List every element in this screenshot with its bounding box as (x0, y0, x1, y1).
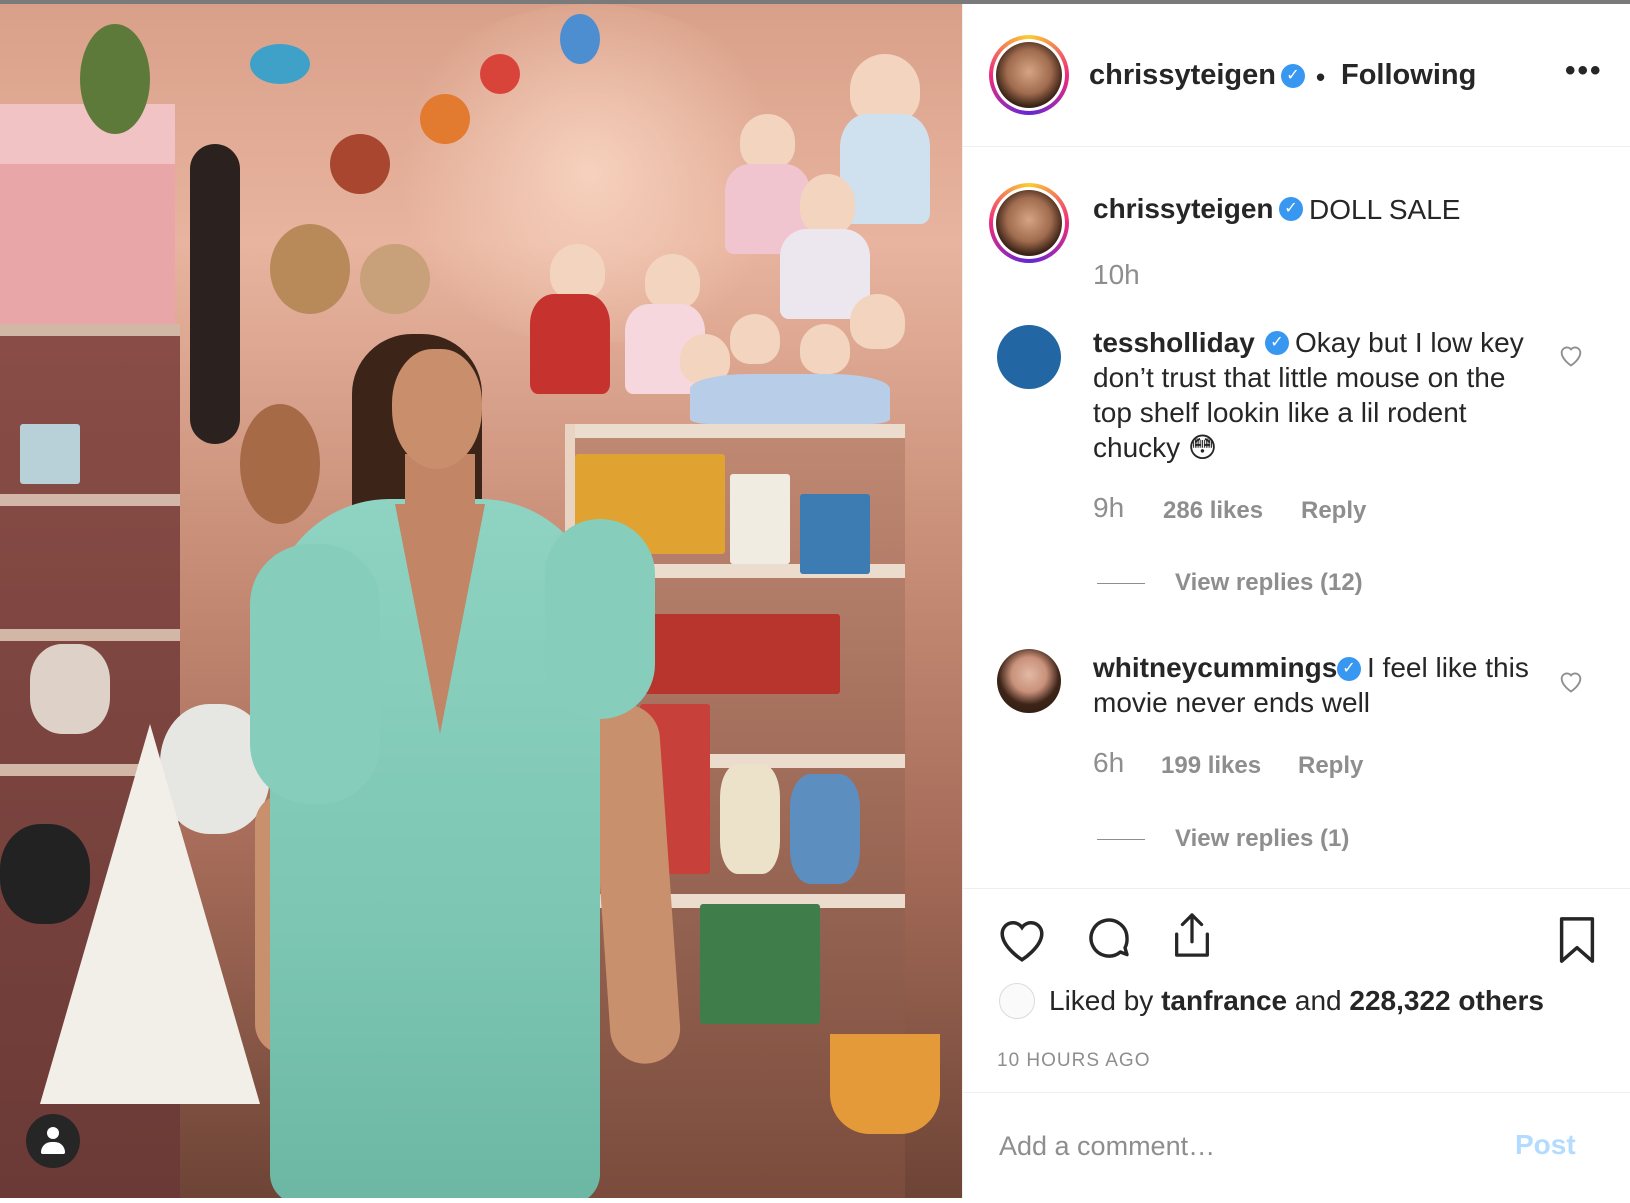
bookmark-icon[interactable] (1557, 915, 1597, 965)
separator-dot: • (1316, 62, 1326, 92)
view-replies-line (1097, 839, 1145, 840)
comment-likes[interactable]: 199 likes (1161, 752, 1261, 780)
liker-username[interactable]: tanfrance (1161, 985, 1287, 1016)
verified-badge-icon: ✓ (1279, 197, 1303, 221)
toy-sailboat (40, 724, 260, 1104)
verified-badge-icon: ✓ (1337, 657, 1361, 681)
author-username[interactable]: chrissyteigen (1089, 59, 1276, 92)
comment-author[interactable]: tessholliday (1093, 327, 1255, 359)
comment-time[interactable]: 9h (1093, 492, 1124, 524)
user-tag-icon[interactable] (26, 1114, 80, 1168)
person-face (392, 349, 482, 469)
post-comment-button[interactable]: Post (1515, 1129, 1576, 1161)
liker-avatar[interactable] (999, 983, 1035, 1019)
caption-time[interactable]: 10h (1093, 259, 1140, 291)
add-comment-bar: Post (963, 1092, 1630, 1203)
comments-list[interactable]: chrissyteigen ✓ DOLL SALE 10h tesshollid… (963, 147, 1630, 887)
comment-likes[interactable]: 286 likes (1163, 497, 1263, 525)
likes-summary[interactable]: Liked by tanfrance and 228,322 others (1049, 985, 1544, 1017)
view-replies-line (1097, 583, 1145, 584)
verified-badge-icon: ✓ (1265, 331, 1289, 355)
comment-text-line: chucky 😳 (1093, 432, 1218, 463)
comment-text: I feel like this (1367, 652, 1529, 683)
post-timestamp[interactable]: 10 HOURS AGO (997, 1050, 1151, 1072)
comment-time[interactable]: 6h (1093, 747, 1124, 779)
commenter-avatar[interactable] (997, 325, 1061, 389)
comment-text: Okay but I low key (1295, 327, 1524, 358)
reply-button[interactable]: Reply (1301, 497, 1366, 525)
caption-author-avatar[interactable] (989, 183, 1069, 263)
post-photo[interactable] (0, 4, 962, 1198)
verified-badge-icon: ✓ (1281, 64, 1305, 88)
comment-input[interactable] (997, 1123, 1481, 1169)
comment-text-line: don’t trust that little mouse on the (1093, 362, 1506, 393)
dollhouse (0, 104, 175, 324)
speech-bubble-icon[interactable] (1085, 915, 1133, 963)
view-replies-button[interactable]: View replies (1) (1175, 825, 1349, 853)
post-header: chrissyteigen ✓ • Following ••• (963, 4, 1630, 147)
following-button[interactable]: Following (1341, 59, 1476, 92)
commenter-avatar[interactable] (997, 649, 1061, 713)
comment-text-line: top shelf lookin like a lil rodent (1093, 397, 1467, 428)
heart-icon[interactable] (997, 917, 1047, 963)
more-options-icon[interactable]: ••• (1565, 54, 1603, 88)
share-icon[interactable] (1169, 911, 1215, 961)
likes-others-link[interactable]: 228,322 others (1349, 985, 1544, 1016)
post-side-panel: chrissyteigen ✓ • Following ••• chrissyt… (962, 4, 1630, 1198)
comment-like-heart-icon[interactable] (1557, 667, 1585, 695)
view-replies-button[interactable]: View replies (12) (1175, 569, 1363, 597)
caption-text: DOLL SALE (1309, 194, 1461, 225)
comment-text-line: movie never ends well (1093, 687, 1371, 718)
comment-like-heart-icon[interactable] (1557, 341, 1585, 369)
comment-author[interactable]: whitneycummings (1093, 652, 1337, 684)
caption-author[interactable]: chrissyteigen (1093, 193, 1274, 225)
author-avatar[interactable] (989, 35, 1069, 115)
reply-button[interactable]: Reply (1298, 752, 1363, 780)
post-actions: Liked by tanfrance and 228,322 others 10… (963, 888, 1630, 1071)
